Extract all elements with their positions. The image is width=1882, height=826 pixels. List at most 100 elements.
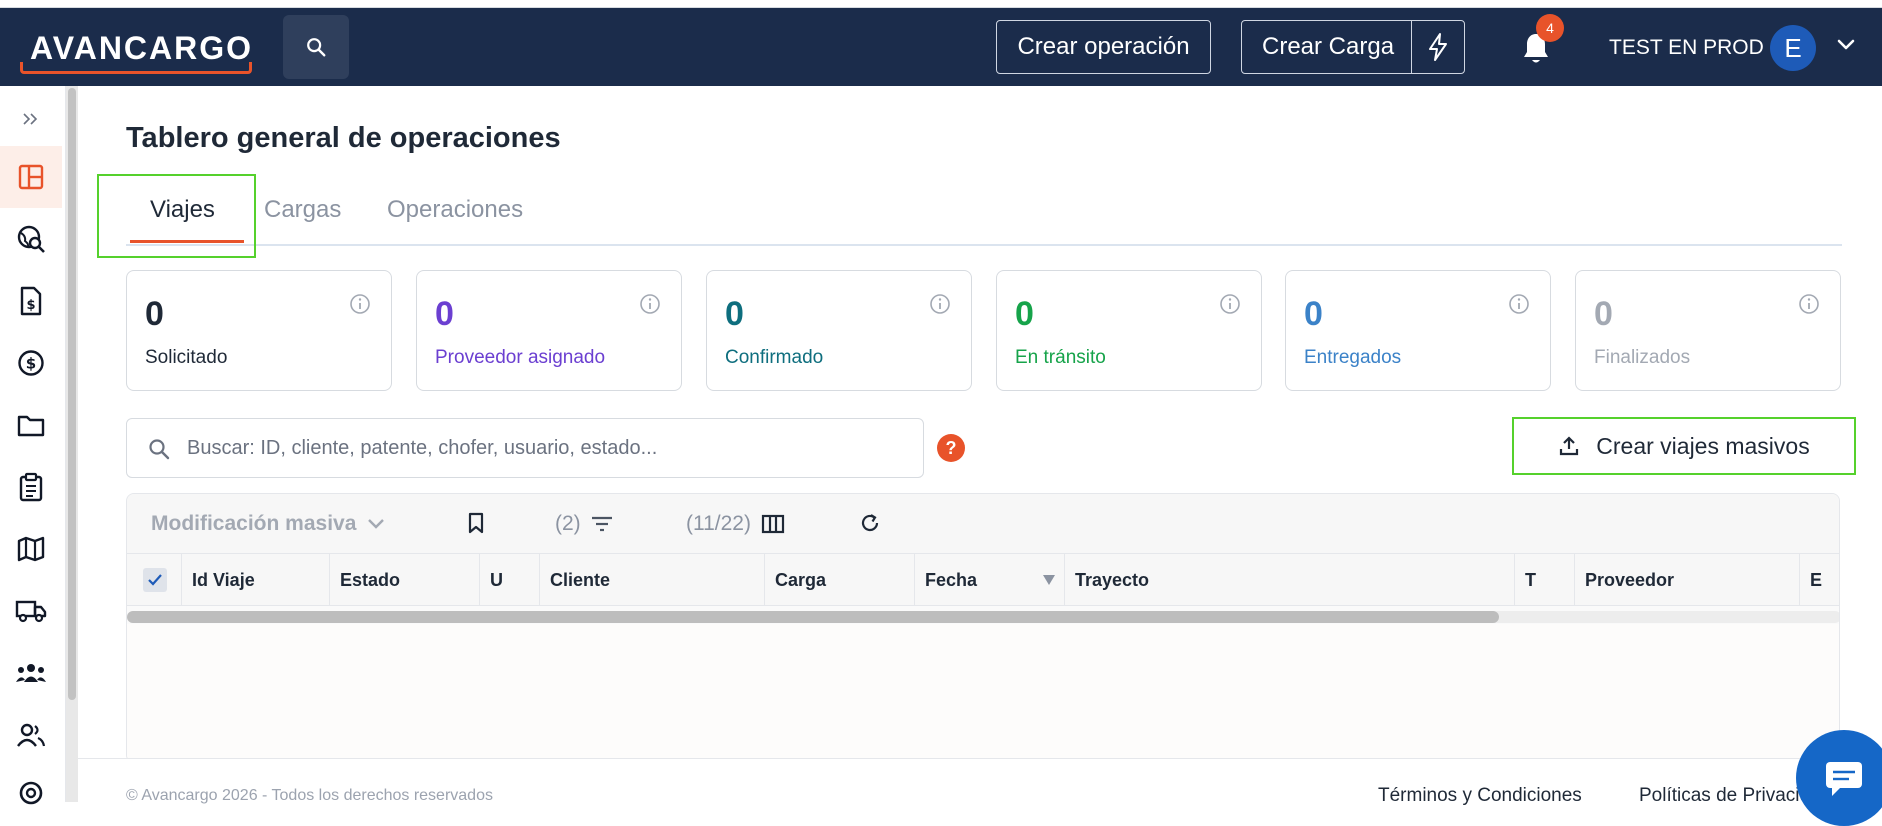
card-value: 0 bbox=[725, 295, 744, 333]
bulk-edit-label: Modificación masiva bbox=[151, 512, 357, 535]
page-title: Tablero general de operaciones bbox=[126, 122, 561, 154]
chevron-down-icon bbox=[368, 519, 385, 529]
clipboard-icon bbox=[19, 472, 43, 502]
svg-text:$: $ bbox=[26, 298, 35, 313]
saved-views-button[interactable] bbox=[467, 512, 485, 534]
global-search-icon bbox=[17, 225, 45, 253]
info-icon[interactable] bbox=[639, 293, 661, 315]
status-card-solicitado[interactable]: 0 Solicitado bbox=[126, 270, 392, 391]
lightning-icon bbox=[1428, 33, 1447, 61]
sidebar-item-users[interactable] bbox=[0, 704, 62, 766]
grid-toolbar: Modificación masiva (2) (11/22) bbox=[127, 494, 1839, 554]
status-card-confirmado[interactable]: 0 Confirmado bbox=[706, 270, 972, 391]
column-header-id-viaje[interactable]: Id Viaje bbox=[181, 554, 330, 606]
column-header-estado[interactable]: Estado bbox=[330, 554, 480, 606]
column-header-fecha-label: Fecha bbox=[925, 569, 978, 590]
grid-body bbox=[127, 624, 1839, 762]
bulk-create-trips-label: Crear viajes masivos bbox=[1596, 432, 1810, 459]
card-label: Confirmado bbox=[725, 347, 824, 368]
columns-icon bbox=[761, 514, 785, 534]
card-label: Finalizados bbox=[1594, 347, 1691, 368]
column-header-cliente[interactable]: Cliente bbox=[540, 554, 765, 606]
highlight-box bbox=[97, 174, 256, 258]
invoice-icon: $ bbox=[20, 286, 42, 316]
dashboard-icon bbox=[18, 164, 44, 190]
users-icon bbox=[17, 723, 46, 747]
sidebar-item-invoices[interactable]: $ bbox=[0, 270, 62, 332]
info-icon[interactable] bbox=[1508, 293, 1530, 315]
terms-link[interactable]: Términos y Condiciones bbox=[1378, 785, 1582, 807]
columns-button[interactable]: (11/22) bbox=[686, 512, 785, 536]
dollar-icon: $ bbox=[18, 350, 44, 376]
refresh-button[interactable] bbox=[859, 512, 881, 534]
search-input[interactable] bbox=[187, 431, 907, 465]
status-card-en-transito[interactable]: 0 En tránsito bbox=[996, 270, 1262, 391]
global-search-button[interactable] bbox=[283, 15, 349, 79]
columns-count: (11/22) bbox=[686, 512, 751, 535]
status-card-entregados[interactable]: 0 Entregados bbox=[1285, 270, 1551, 391]
column-header-fecha[interactable]: Fecha bbox=[915, 554, 1065, 606]
filters-button[interactable]: (2) bbox=[555, 512, 613, 536]
expand-icon bbox=[23, 113, 38, 125]
card-label: Solicitado bbox=[145, 347, 228, 368]
sidebar-expand-button[interactable] bbox=[0, 88, 62, 150]
folder-icon bbox=[17, 415, 45, 437]
settings-icon bbox=[19, 781, 43, 805]
sidebar: $ $ bbox=[0, 86, 66, 805]
trips-grid: Modificación masiva (2) (11/22) Id Viaje… bbox=[126, 493, 1840, 763]
info-icon[interactable] bbox=[929, 293, 951, 315]
chevron-down-icon[interactable] bbox=[1836, 38, 1856, 52]
notification-count-badge: 4 bbox=[1536, 14, 1564, 42]
card-value: 0 bbox=[1015, 295, 1034, 333]
bookmark-icon bbox=[468, 512, 484, 534]
select-all-checkbox[interactable] bbox=[143, 568, 167, 592]
card-label: Proveedor asignado bbox=[435, 347, 606, 368]
bulk-create-trips-button[interactable]: Crear viajes masivos bbox=[1512, 417, 1856, 475]
status-card-proveedor-asignado[interactable]: 0 Proveedor asignado bbox=[416, 270, 682, 391]
check-icon bbox=[148, 574, 162, 586]
info-icon[interactable] bbox=[1219, 293, 1241, 315]
tab-operaciones[interactable]: Operaciones bbox=[387, 196, 523, 224]
column-header-e[interactable]: E bbox=[1800, 554, 1839, 606]
sidebar-item-teams[interactable] bbox=[0, 642, 62, 704]
info-icon[interactable] bbox=[349, 293, 371, 315]
chat-widget-button[interactable] bbox=[1796, 730, 1882, 826]
truck-icon bbox=[15, 600, 47, 623]
grid-scrollbar-thumb[interactable] bbox=[127, 611, 1499, 623]
search-help-button[interactable]: ? bbox=[937, 434, 965, 462]
sort-desc-icon[interactable] bbox=[1042, 574, 1056, 586]
card-value: 0 bbox=[435, 295, 454, 333]
upload-icon bbox=[1560, 436, 1579, 456]
create-load-button[interactable]: Crear Carga bbox=[1241, 20, 1465, 74]
tab-cargas[interactable]: Cargas bbox=[264, 196, 341, 224]
user-name[interactable]: TEST EN PROD bbox=[1609, 36, 1764, 60]
team-icon bbox=[16, 664, 46, 682]
card-value: 0 bbox=[145, 295, 164, 333]
quick-load-button[interactable] bbox=[1410, 21, 1464, 73]
create-load-label: Crear Carga bbox=[1262, 33, 1395, 60]
footer: © Avancargo 2026 - Todos los derechos re… bbox=[78, 758, 1882, 806]
sidebar-item-tasks[interactable] bbox=[0, 456, 62, 518]
status-card-finalizados[interactable]: 0 Finalizados bbox=[1575, 270, 1841, 391]
column-header-t[interactable]: T bbox=[1515, 554, 1575, 606]
sidebar-item-fleet[interactable] bbox=[0, 580, 62, 642]
sidebar-item-settings[interactable] bbox=[0, 762, 62, 824]
sidebar-item-tracking[interactable] bbox=[0, 208, 62, 270]
column-header-u[interactable]: U bbox=[480, 554, 540, 606]
tab-bar: Viajes Cargas Operaciones bbox=[126, 190, 1842, 246]
column-header-proveedor[interactable]: Proveedor bbox=[1575, 554, 1800, 606]
sidebar-scrollbar-thumb[interactable] bbox=[68, 88, 76, 700]
refresh-icon bbox=[861, 514, 879, 532]
sidebar-item-map[interactable] bbox=[0, 518, 62, 580]
column-header-carga[interactable]: Carga bbox=[765, 554, 915, 606]
sidebar-item-payments[interactable]: $ bbox=[0, 332, 62, 394]
info-icon[interactable] bbox=[1798, 293, 1820, 315]
avatar[interactable]: E bbox=[1770, 25, 1816, 71]
window-top-border bbox=[0, 0, 1882, 8]
avancargo-logo[interactable]: AVANCARGO bbox=[20, 24, 252, 74]
bulk-edit-dropdown[interactable]: Modificación masiva bbox=[151, 512, 386, 536]
create-operation-button[interactable]: Crear operación bbox=[996, 20, 1211, 74]
sidebar-item-documents[interactable] bbox=[0, 394, 62, 456]
sidebar-item-dashboard[interactable] bbox=[0, 146, 62, 208]
column-header-trayecto[interactable]: Trayecto bbox=[1065, 554, 1515, 606]
